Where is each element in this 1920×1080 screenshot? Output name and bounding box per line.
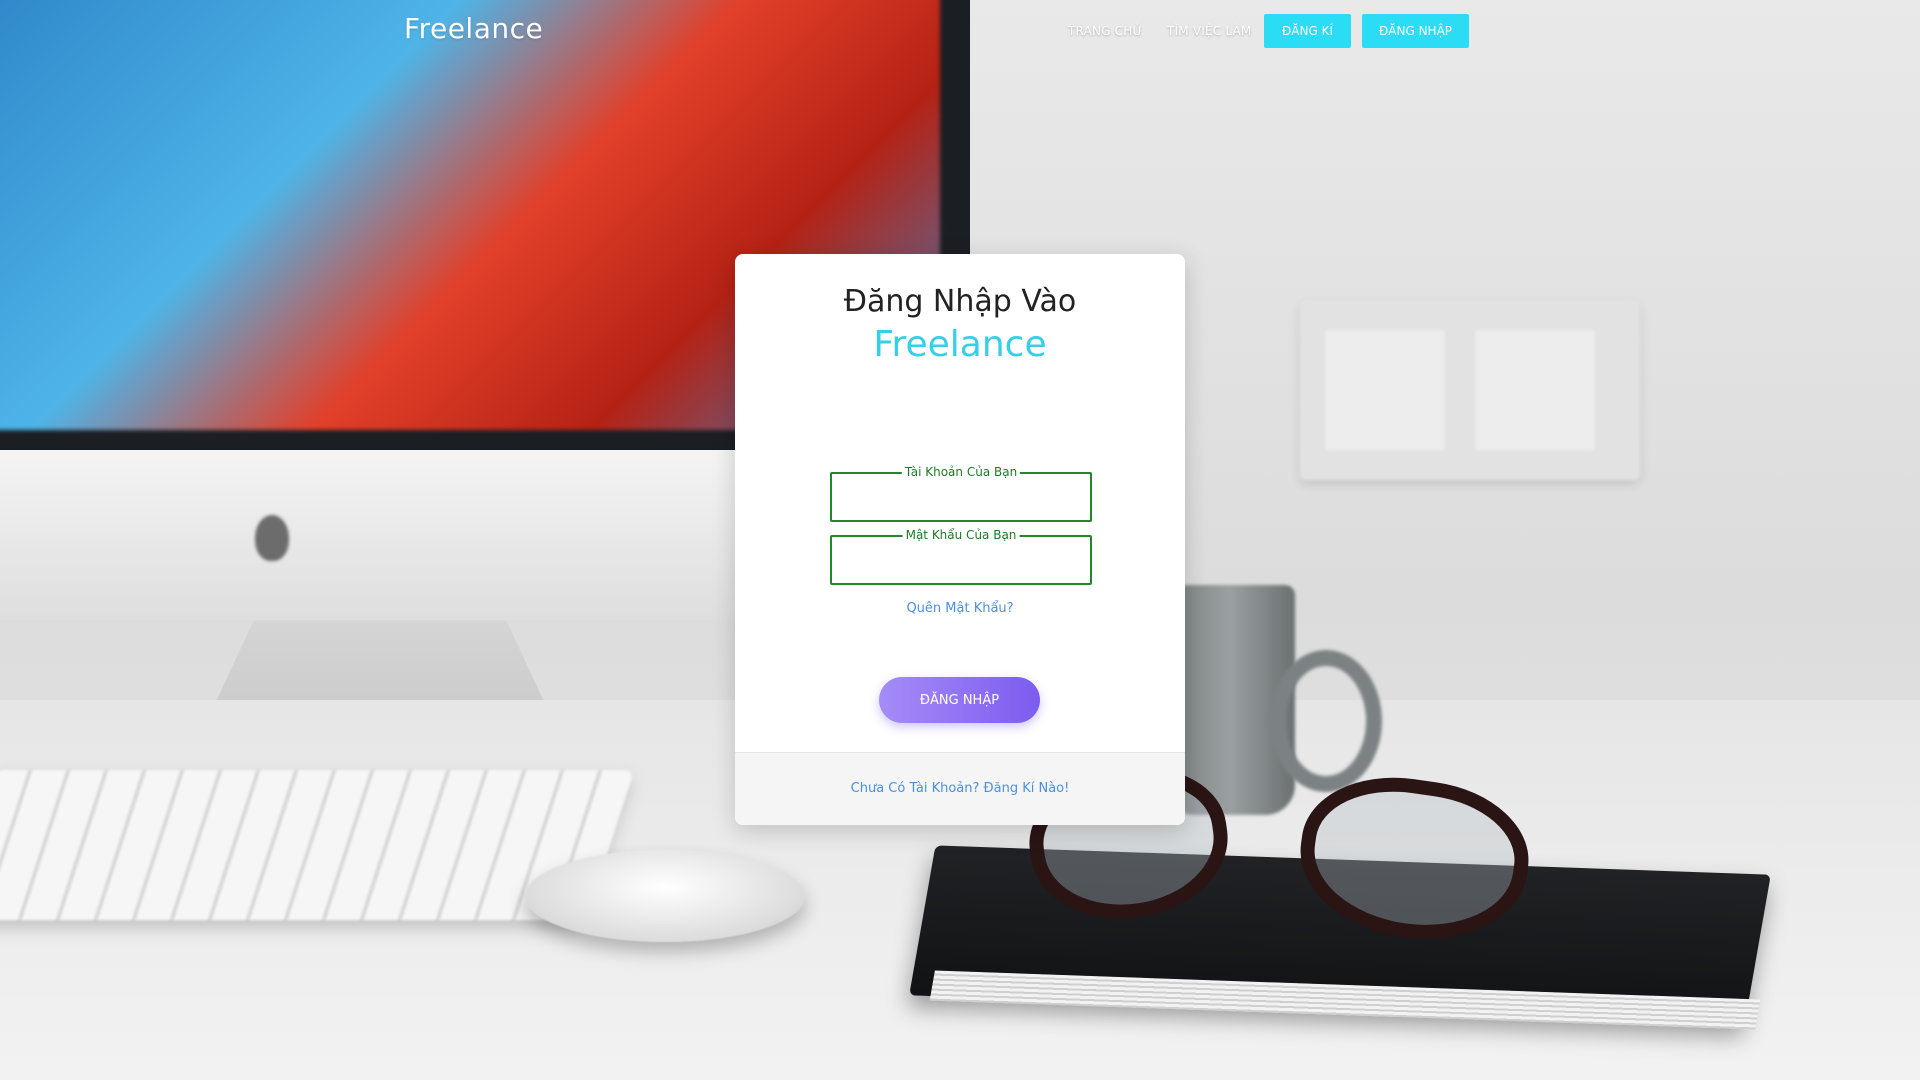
signup-link[interactable]: Chưa Có Tài Khoản? Đăng Kí Nào! [735,781,1185,796]
username-label: Tài Khoản Của Bạn [901,465,1021,479]
mouse-image [525,850,805,942]
navbar: Freelance TRANG CHỦ TÌM VIỆC LÀM ĐĂNG KÍ… [0,0,1920,62]
nav-link-find-jobs[interactable]: TÌM VIỆC LÀM [1167,24,1251,38]
nav-link-home[interactable]: TRANG CHỦ [1068,24,1141,38]
login-title: Đăng Nhập Vào [843,284,1077,319]
username-input[interactable] [840,480,1084,516]
card-footer: Chưa Có Tài Khoản? Đăng Kí Nào! [735,752,1185,825]
wall-switch-image [1300,300,1640,480]
password-label: Mật Khẩu Của Bạn [902,528,1020,542]
login-card: Đăng Nhập Vào Freelance Tài Khoản Của Bạ… [735,254,1185,825]
login-nav-button[interactable]: ĐĂNG NHẬP [1362,14,1469,48]
username-field[interactable]: Tài Khoản Của Bạn [830,465,1092,522]
register-button[interactable]: ĐĂNG KÍ [1264,14,1351,48]
login-submit-button[interactable]: ĐĂNG NHẬP [879,677,1040,723]
apple-logo-icon [255,515,289,561]
login-brand: Freelance [873,324,1047,365]
password-input[interactable] [840,543,1084,579]
brand-logo[interactable]: Freelance [404,12,543,45]
forgot-password-link[interactable]: Quên Mật Khẩu? [735,601,1185,616]
mug-handle-image [1270,650,1382,792]
password-field[interactable]: Mật Khẩu Của Bạn [830,528,1092,585]
